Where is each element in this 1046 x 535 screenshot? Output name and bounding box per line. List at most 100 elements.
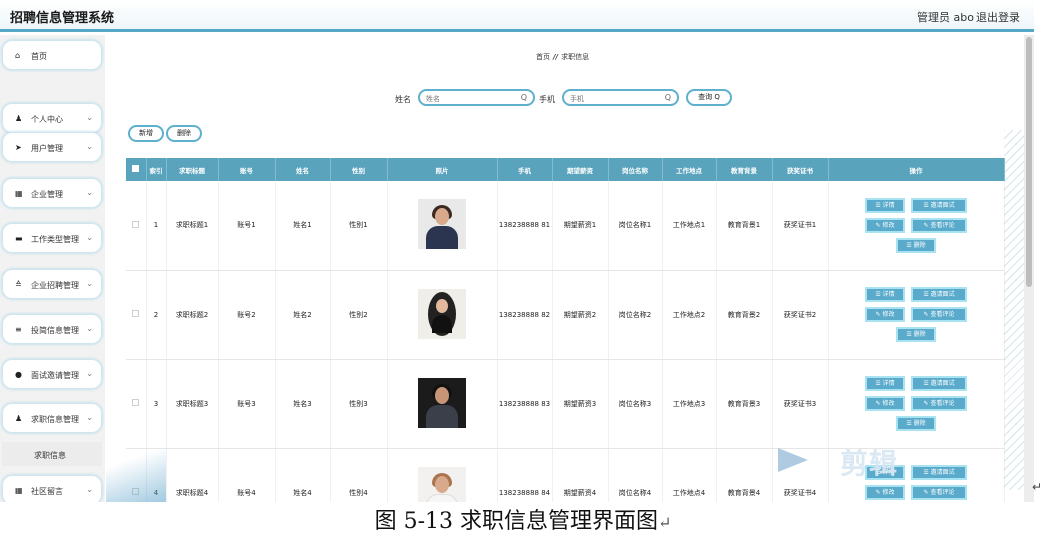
view-comments-button[interactable]: ✎ 查看评论 <box>911 396 967 411</box>
phone-search-input[interactable] <box>570 93 660 104</box>
sidebar-item-4[interactable]: ▬ 工作类型管理 ⌄ <box>2 223 102 253</box>
sidebar-item-label: 投简信息管理 <box>31 326 79 335</box>
sidebar-subitem-label: 求职信息 <box>34 451 66 460</box>
phone-search-field[interactable]: Q <box>562 89 679 106</box>
logout-link[interactable]: 退出登录 <box>976 9 1020 25</box>
chevron-down-icon[interactable]: ⌄ <box>86 413 93 422</box>
breadcrumb-home[interactable]: 首页 <box>536 53 550 61</box>
detail-button[interactable]: ☰ 详情 <box>865 197 905 213</box>
row-checkbox[interactable] <box>132 220 140 228</box>
cell-salary: 期望薪资3 <box>552 359 609 449</box>
sidebar-item-9[interactable]: ▦ 社区留言 ⌄ <box>2 475 102 502</box>
cell-phone: 138238888 84 <box>497 448 553 502</box>
chevron-down-icon[interactable]: ⌄ <box>86 324 93 333</box>
user-icon: ♟ <box>15 114 23 123</box>
invite-interview-button[interactable]: ☰ 邀请面试 <box>911 197 967 213</box>
decorative-stripes <box>1004 130 1024 490</box>
sidebar-item-7[interactable]: ● 面试邀请管理 ⌄ <box>2 359 102 389</box>
figure-caption: 图 5-13 求职信息管理界面图↵ <box>0 503 1046 535</box>
sidebar-item-label: 求职信息管理 <box>31 415 79 424</box>
cell-index: 1 <box>146 181 167 271</box>
sidebar: ⌂ 首页 ♟ 个人中心 ⌄ ➤ 用户管理 ⌄ ▦ 企业管理 ⌄ ▬ 工作类型管理 ⌄ ≙ 企业招聘管理 ⌄ ≡ 投简… <box>0 35 105 502</box>
applicant-photo <box>418 377 466 428</box>
cell-account: 账号4 <box>218 448 276 502</box>
chevron-down-icon[interactable]: ⌄ <box>86 188 93 197</box>
chevron-down-icon[interactable]: ⌄ <box>86 233 93 242</box>
chevron-down-icon[interactable]: ⌄ <box>86 485 93 494</box>
cell-education: 教育背景2 <box>716 270 773 360</box>
column-header: 获奖证书 <box>772 158 829 181</box>
cell-account: 账号1 <box>218 181 276 271</box>
sidebar-item-label: 工作类型管理 <box>31 235 79 244</box>
cell-title: 求职标题2 <box>166 270 219 360</box>
cell-actions: ☰ 详情 ☰ 邀请面试 ✎ 修改 ✎ 查看评论 ☰ 删除 <box>828 359 1005 449</box>
vertical-scrollbar[interactable] <box>1024 35 1034 502</box>
view-comments-button[interactable]: ✎ 查看评论 <box>911 485 967 500</box>
watermark-text: 剪辑 <box>840 447 899 480</box>
chevron-down-icon[interactable]: ⌄ <box>86 279 93 288</box>
sidebar-item-label: 个人中心 <box>31 115 63 124</box>
edit-button[interactable]: ✎ 修改 <box>865 217 905 233</box>
table-row: 1 求职标题1 账号1 姓名1 性别1 138238888 81 期望薪资1 岗位名称1 工作地… <box>126 181 1005 271</box>
invite-interview-button[interactable]: ☰ 邀请面试 <box>911 376 967 391</box>
sidebar-item-label: 社区留言 <box>31 487 63 496</box>
cell-account: 账号2 <box>218 270 276 360</box>
briefcase-icon: ▬ <box>15 234 23 243</box>
invite-interview-button[interactable]: ☰ 邀请面试 <box>911 287 967 302</box>
admin-label: 管理员 abo <box>917 11 974 24</box>
cell-name: 姓名1 <box>275 181 331 271</box>
chevron-down-icon[interactable]: ⌄ <box>86 369 93 378</box>
return-mark-icon: ↵ <box>658 513 672 532</box>
sidebar-item-3[interactable]: ▦ 企业管理 ⌄ <box>2 178 102 208</box>
delete-button[interactable]: 删除 <box>166 125 202 142</box>
row-select-cell <box>126 359 147 449</box>
column-header: 账号 <box>218 158 276 181</box>
chevron-down-icon[interactable]: ⌄ <box>86 113 93 122</box>
cell-gender: 性别3 <box>330 359 388 449</box>
sidebar-item-5[interactable]: ≙ 企业招聘管理 ⌄ <box>2 269 102 299</box>
sidebar-item-label: 企业管理 <box>31 190 63 199</box>
cell-photo <box>387 181 498 271</box>
chevron-down-icon[interactable]: ⌄ <box>86 142 93 151</box>
cell-name: 姓名4 <box>275 448 331 502</box>
sidebar-item-8[interactable]: ♟ 求职信息管理 ⌄ <box>2 403 102 433</box>
scrollbar-thumb[interactable] <box>1026 37 1032 287</box>
row-checkbox[interactable] <box>132 310 140 317</box>
phone-search-label: 手机 <box>539 95 555 104</box>
cell-position: 岗位名称2 <box>608 270 663 360</box>
view-comments-button[interactable]: ✎ 查看评论 <box>911 307 967 322</box>
cell-location: 工作地点1 <box>662 181 717 271</box>
sidebar-item-2[interactable]: ➤ 用户管理 ⌄ <box>2 132 102 162</box>
sidebar-item-0[interactable]: ⌂ 首页 <box>2 40 102 70</box>
view-comments-button[interactable]: ✎ 查看评论 <box>911 217 967 233</box>
row-delete-button[interactable]: ☰ 删除 <box>896 416 936 431</box>
cell-education: 教育背景3 <box>716 359 773 449</box>
invite-interview-button[interactable]: ☰ 邀请面试 <box>911 465 967 480</box>
name-search-input[interactable] <box>426 93 516 104</box>
select-all-checkbox[interactable] <box>132 165 140 172</box>
column-header: 工作地点 <box>662 158 717 181</box>
column-header: 手机 <box>497 158 553 181</box>
user-icon: ♟ <box>15 414 23 423</box>
sidebar-item-1[interactable]: ♟ 个人中心 ⌄ <box>2 103 102 133</box>
sidebar-item-6[interactable]: ≡ 投简信息管理 ⌄ <box>2 314 102 344</box>
detail-button[interactable]: ☰ 详情 <box>865 287 905 302</box>
row-delete-button[interactable]: ☰ 删除 <box>896 327 936 342</box>
row-select-cell <box>126 181 147 271</box>
name-search-field[interactable]: Q <box>418 89 535 106</box>
row-checkbox[interactable] <box>132 399 140 406</box>
sidebar-item-label: 首页 <box>31 52 47 61</box>
edit-button[interactable]: ✎ 修改 <box>865 307 905 322</box>
cell-phone: 138238888 83 <box>497 359 553 449</box>
top-bar: 招聘信息管理系统 管理员 abo 退出登录 <box>0 0 1034 32</box>
select-all-cell <box>126 158 147 181</box>
cell-index: 2 <box>146 270 167 360</box>
add-button[interactable]: 新增 <box>128 125 164 142</box>
detail-button[interactable]: ☰ 详情 <box>865 376 905 391</box>
row-delete-button[interactable]: ☰ 删除 <box>896 237 936 253</box>
query-button[interactable]: 查询 Q <box>686 89 732 106</box>
edit-button[interactable]: ✎ 修改 <box>865 485 905 500</box>
sidebar-subitem-job-info[interactable]: 求职信息 <box>2 442 102 466</box>
edit-button[interactable]: ✎ 修改 <box>865 396 905 411</box>
cell-salary: 期望薪资4 <box>552 448 609 502</box>
